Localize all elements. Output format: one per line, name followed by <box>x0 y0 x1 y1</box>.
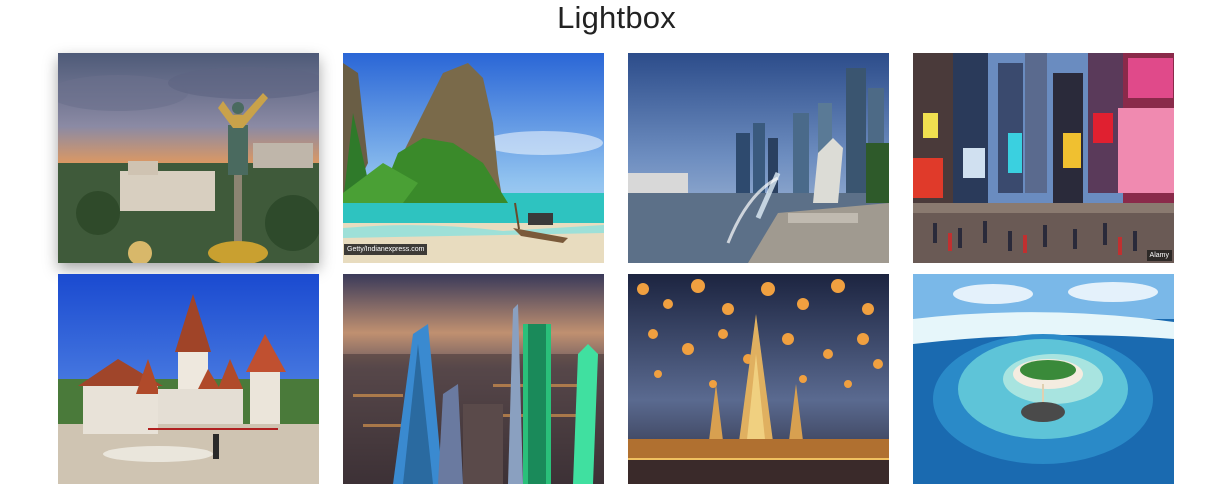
gallery-thumb-times-square[interactable]: Alamy <box>913 53 1174 263</box>
photo-thailand-beach-image <box>343 53 604 263</box>
photo-kyiv-image <box>58 53 319 263</box>
photo-credit: Getty/Indianexpress.com <box>344 244 428 255</box>
gallery-thumb-kyiv[interactable] <box>58 53 319 263</box>
photo-lanterns-temple-image <box>628 274 889 484</box>
gallery-thumb-lanterns-temple[interactable] <box>628 274 889 484</box>
photo-credit: Alamy <box>1146 250 1172 261</box>
gallery-thumb-maldives[interactable] <box>913 274 1174 484</box>
photo-riyadh-image <box>343 274 604 484</box>
photo-village-church-image <box>58 274 319 484</box>
photo-times-square-image <box>913 53 1174 263</box>
lightbox-gallery: Getty/Indianexpress.com Alamy <box>0 0 1205 484</box>
gallery-thumb-riyadh[interactable] <box>343 274 604 484</box>
photo-maldives-image <box>913 274 1174 484</box>
gallery-thumb-singapore[interactable] <box>628 53 889 263</box>
gallery-thumb-village-church[interactable] <box>58 274 319 484</box>
gallery-thumb-thailand-beach[interactable]: Getty/Indianexpress.com <box>343 53 604 263</box>
photo-singapore-image <box>628 53 889 263</box>
